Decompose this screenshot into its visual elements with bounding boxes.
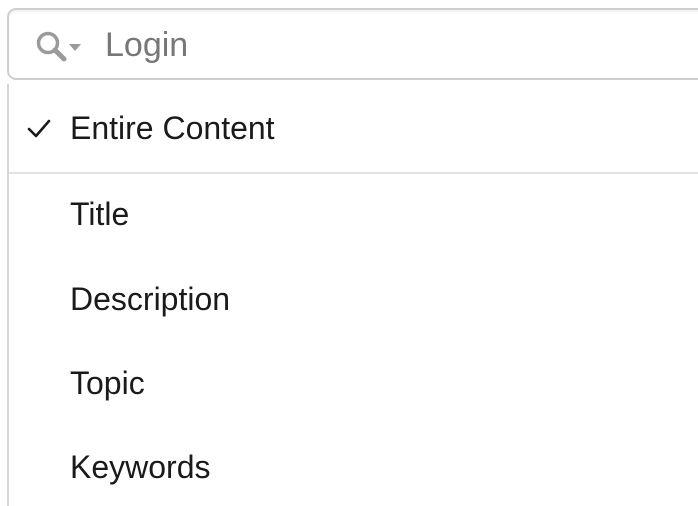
- menu-item-label: Topic: [70, 365, 145, 401]
- menu-item-title[interactable]: Title: [9, 174, 698, 254]
- menu-item-label: Entire Content: [70, 110, 275, 146]
- search-scope-dropdown-icon[interactable]: [35, 30, 93, 66]
- checkmark-icon: [27, 118, 53, 140]
- menu-item-label: Keywords: [70, 449, 211, 485]
- menu-item-label: Title: [70, 196, 130, 232]
- menu-item-description[interactable]: Description: [9, 259, 698, 339]
- search-field[interactable]: [7, 8, 698, 80]
- search-input[interactable]: [105, 20, 665, 70]
- menu-item-keywords[interactable]: Keywords: [9, 427, 698, 506]
- search-scope-menu: Entire Content Title Description Topic K…: [7, 84, 698, 506]
- search-scope-popup: Entire Content Title Description Topic K…: [0, 0, 698, 506]
- menu-item-entire-content[interactable]: Entire Content: [9, 88, 698, 168]
- menu-item-topic[interactable]: Topic: [9, 343, 698, 423]
- menu-item-label: Description: [70, 281, 231, 317]
